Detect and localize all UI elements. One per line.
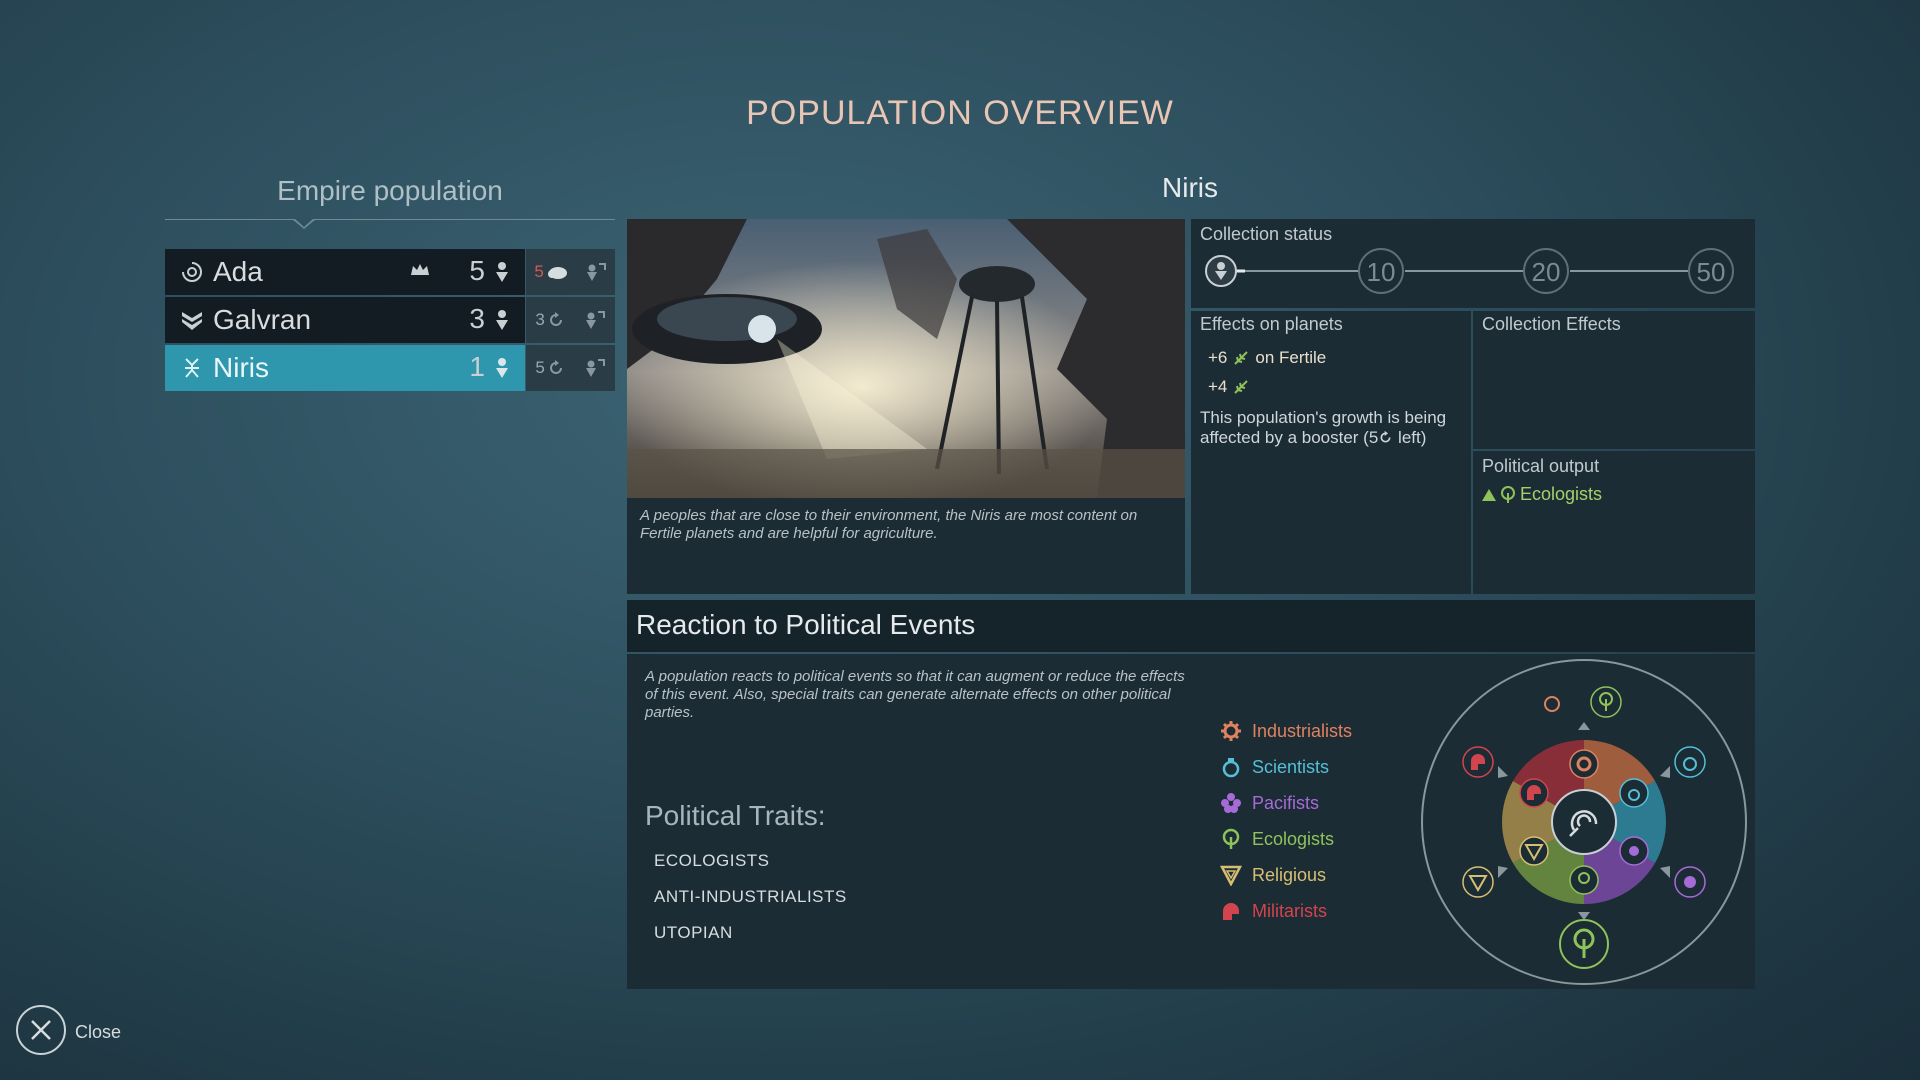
political-wheel <box>1421 659 1747 985</box>
population-row-niris[interactable]: Niris 1 5 <box>165 345 615 391</box>
population-row-galvran[interactable]: Galvran 3 3 <box>165 297 615 343</box>
galvran-faction-icon <box>179 307 205 333</box>
legend-religious: Religious <box>1220 864 1326 886</box>
political-output-title: Political output <box>1482 456 1600 476</box>
flask-icon <box>1222 758 1240 778</box>
food-icon <box>1234 351 1249 365</box>
transfer-pop-icon[interactable] <box>585 261 607 283</box>
close-icon <box>31 1020 51 1040</box>
population-icon <box>495 261 509 288</box>
booster-text: This population's growth is being affect… <box>1200 408 1447 447</box>
arrow-up-icon <box>1482 488 1496 501</box>
growth-icon <box>1380 430 1391 443</box>
population-row-ada[interactable]: Ada 5 5 <box>165 249 615 295</box>
milestone-20: 20 <box>1531 257 1561 287</box>
selected-population-name: Niris <box>1162 172 1218 203</box>
milestone-10: 10 <box>1366 257 1396 287</box>
transfer-pop-icon[interactable] <box>584 357 606 379</box>
food-icon <box>1234 380 1249 394</box>
cloud-icon <box>547 267 567 279</box>
close-button[interactable] <box>16 1005 66 1055</box>
page-title: POPULATION OVERVIEW <box>746 94 1174 132</box>
collection-progress-track <box>1205 248 1734 294</box>
close-label[interactable]: Close <box>75 1022 121 1043</box>
helmet-icon <box>1223 903 1239 920</box>
collection-effects-title: Collection Effects <box>1482 314 1621 334</box>
population-count: 3 <box>469 303 485 334</box>
population-count: 1 <box>469 351 485 382</box>
population-count: 5 <box>469 255 485 286</box>
tree-icon <box>1222 828 1240 849</box>
legend-industrialists: Industrialists <box>1220 720 1352 742</box>
transfer-pop-icon[interactable] <box>584 309 606 331</box>
reaction-description: A population reacts to political events … <box>645 668 1185 721</box>
population-icon <box>495 357 509 384</box>
population-name: Niris <box>213 352 269 383</box>
political-traits-title: Political Traits: <box>645 800 826 831</box>
triangle-icon <box>1220 865 1242 886</box>
gear-icon <box>1221 721 1241 741</box>
growth-icon <box>549 312 562 326</box>
tree-icon <box>1501 485 1515 503</box>
population-illustration <box>627 219 1185 498</box>
growth-icon <box>549 360 562 374</box>
population-name: Galvran <box>213 304 312 335</box>
political-output-party: Ecologists <box>1482 484 1602 505</box>
legend-pacifists: Pacifists <box>1220 792 1319 814</box>
empire-population-title: Empire population <box>277 175 503 206</box>
effect-line-fertile: +6 on Fertile <box>1208 348 1327 367</box>
legend-scientists: Scientists <box>1220 756 1329 778</box>
population-icon <box>495 309 509 336</box>
crown-icon <box>410 262 430 283</box>
milestone-50: 50 <box>1696 257 1726 287</box>
effects-on-planets-title: Effects on planets <box>1200 314 1343 334</box>
effect-line-general: +4 <box>1208 377 1249 397</box>
legend-militarists: Militarists <box>1220 900 1327 922</box>
legend-ecologists: Ecologists <box>1220 828 1334 850</box>
trait-item: ANTI-INDUSTRIALISTS <box>654 887 847 906</box>
trait-item: UTOPIAN <box>654 923 733 942</box>
trait-item: ECOLOGISTS <box>654 851 770 870</box>
reaction-title: Reaction to Political Events <box>636 609 976 640</box>
population-description: A peoples that are close to their enviro… <box>640 507 1138 542</box>
niris-faction-icon <box>179 355 205 381</box>
population-name: Ada <box>213 256 263 287</box>
flower-icon <box>1221 793 1241 813</box>
ada-faction-icon <box>179 259 205 285</box>
divider <box>165 219 615 220</box>
